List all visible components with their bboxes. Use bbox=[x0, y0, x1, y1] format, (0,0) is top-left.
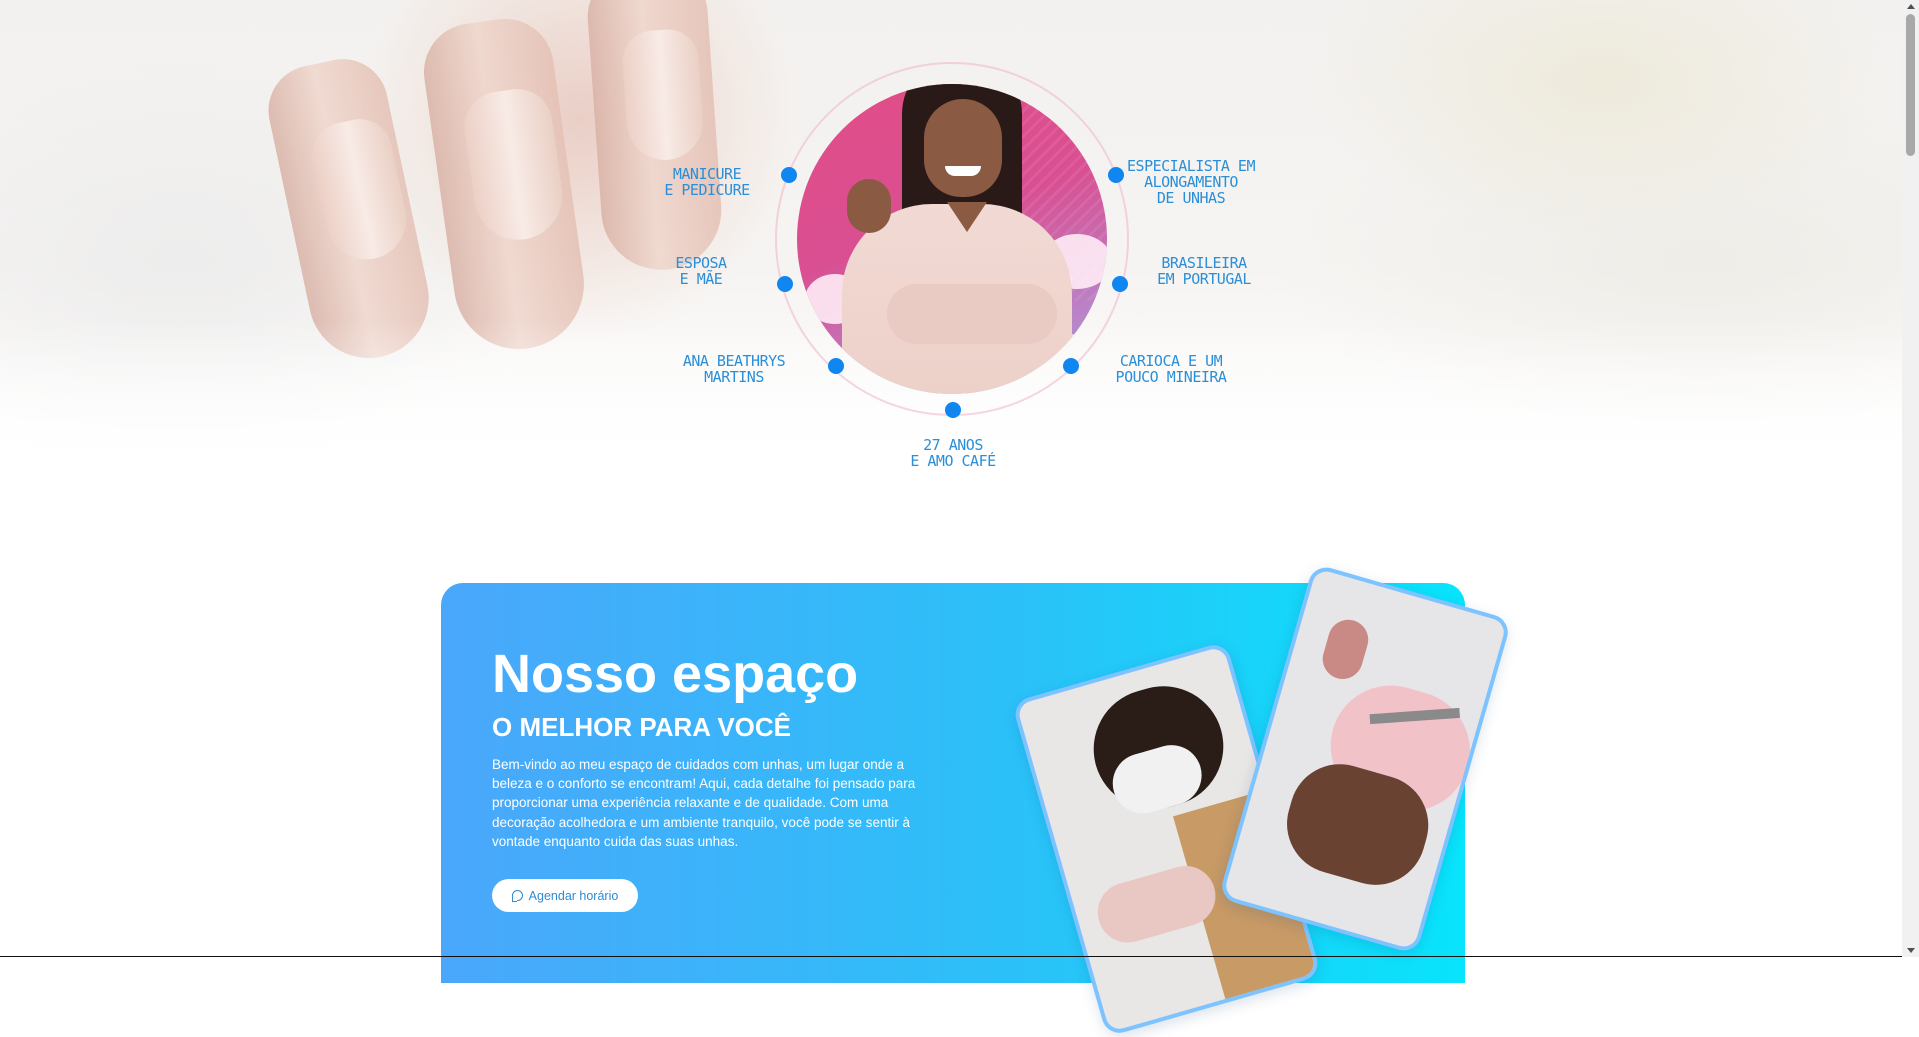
page-scrollbar[interactable] bbox=[1902, 0, 1919, 957]
tag-especialista: ESPECIALISTA EM ALONGAMENTO DE UNHAS bbox=[1127, 157, 1255, 207]
scroll-up-arrow-icon[interactable] bbox=[1907, 4, 1915, 9]
schedule-button[interactable]: Agendar horário bbox=[492, 879, 638, 912]
schedule-button-label: Agendar horário bbox=[528, 888, 619, 903]
portrait-image bbox=[797, 84, 1107, 394]
tag-nome: ANA BEATHRYS MARTINS bbox=[682, 352, 786, 386]
space-description: Bem-vindo ao meu espaço de cuidados com … bbox=[492, 757, 916, 849]
whatsapp-icon bbox=[511, 890, 523, 902]
bullet-dot bbox=[945, 402, 961, 418]
bullet-dot bbox=[777, 276, 793, 292]
scroll-down-arrow-icon[interactable] bbox=[1907, 948, 1915, 953]
bullet-dot bbox=[828, 358, 844, 374]
scroll-thumb[interactable] bbox=[1906, 14, 1915, 156]
tag-brasileira: BRASILEIRA EM PORTUGAL bbox=[1157, 254, 1251, 288]
tag-idade: 27 ANOS E AMO CAFÉ bbox=[910, 436, 996, 470]
bullet-dot bbox=[781, 167, 797, 183]
tag-esposa: ESPOSA E MÃE bbox=[675, 254, 727, 288]
tag-carioca: CARIOCA E UM POUCO MINEIRA bbox=[1115, 352, 1227, 386]
bullet-dot bbox=[1112, 276, 1128, 292]
bullet-dot bbox=[1108, 167, 1124, 183]
tag-manicure: MANICURE E PEDICURE bbox=[664, 165, 750, 199]
space-title: Nosso espaço bbox=[492, 644, 859, 704]
space-subtitle: O MELHOR PARA VOCÊ bbox=[492, 712, 792, 742]
bullet-dot bbox=[1063, 358, 1079, 374]
